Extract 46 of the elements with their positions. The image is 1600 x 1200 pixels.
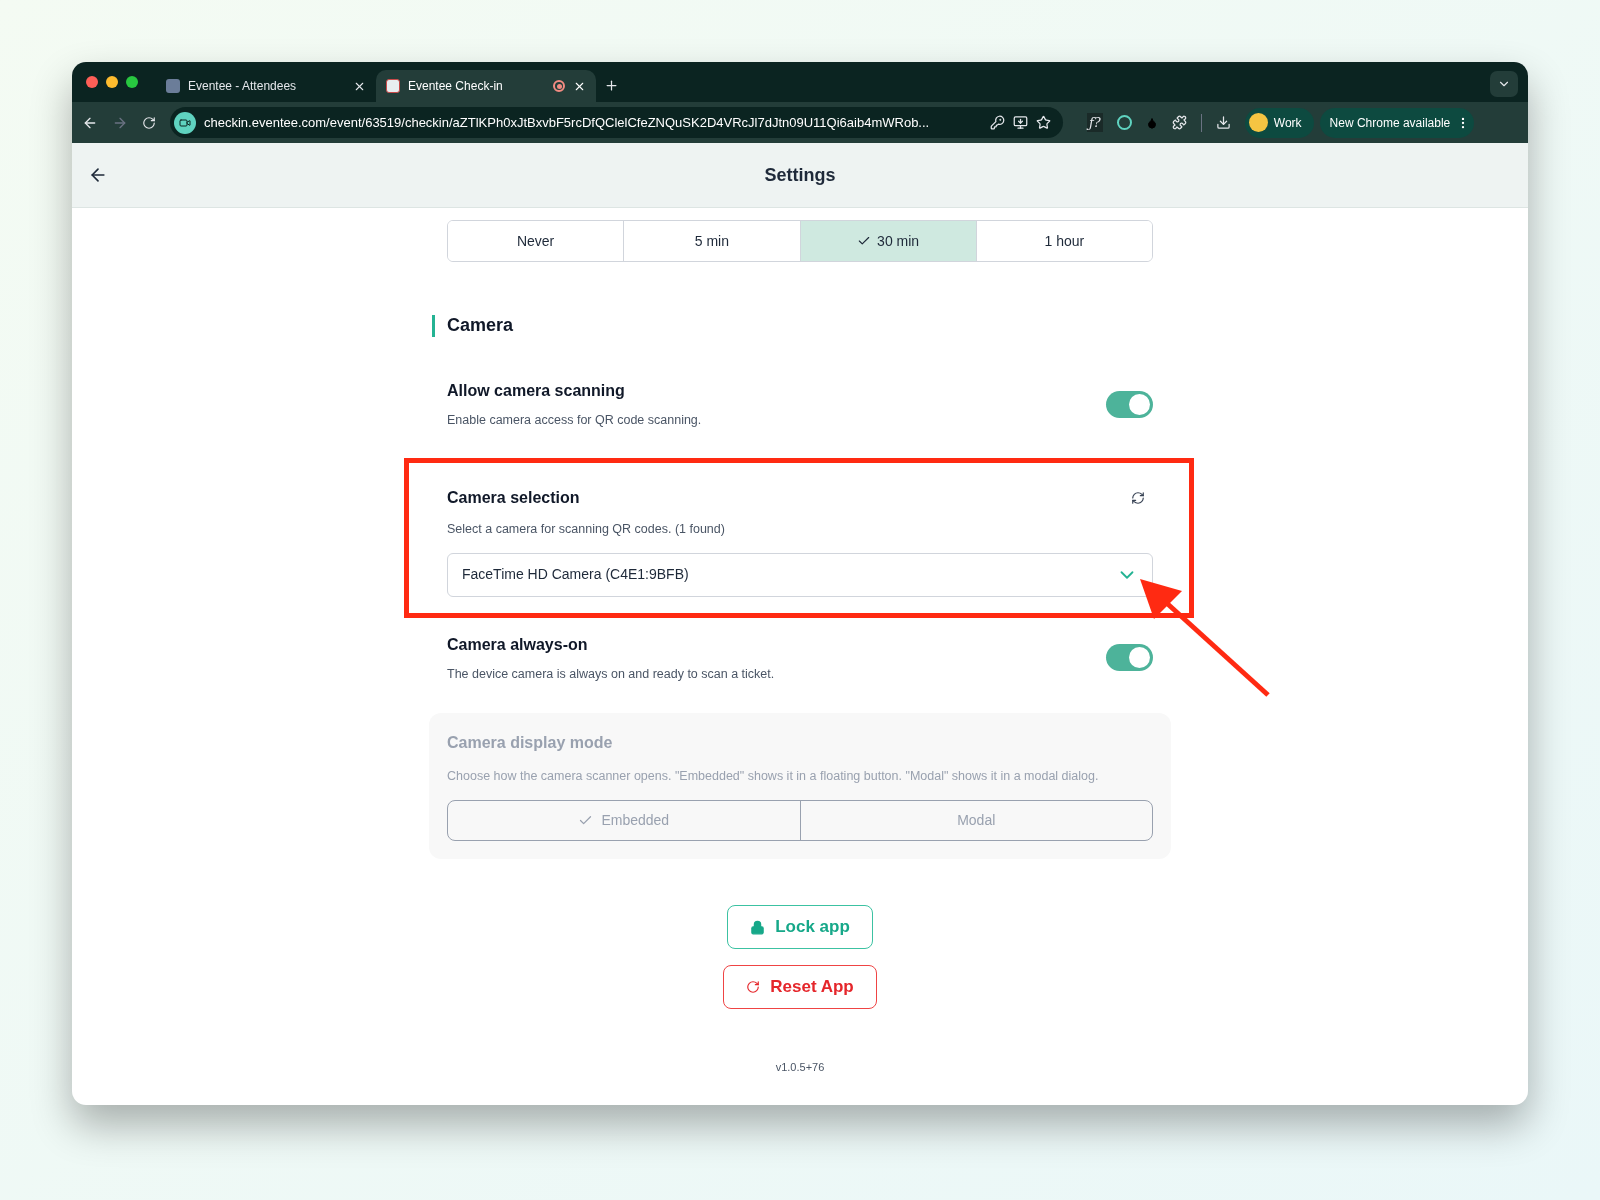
new-tab-icon[interactable] <box>604 78 619 93</box>
tab-favicon-icon <box>386 79 400 93</box>
function-extension-icon[interactable]: ƒ? <box>1087 112 1103 133</box>
setting-title: Camera selection <box>447 487 580 508</box>
tab-title: Eventee Check-in <box>408 78 504 95</box>
avatar-icon <box>1248 113 1268 132</box>
toggle-switch[interactable] <box>1106 390 1153 418</box>
key-icon[interactable] <box>990 115 1005 130</box>
bookmark-star-icon[interactable] <box>1036 115 1051 130</box>
camera-select[interactable]: FaceTime HD Camera (C4E1:9BFB) <box>447 552 1153 597</box>
toggle-switch[interactable] <box>1106 644 1153 672</box>
setting-description: The device camera is always on and ready to scan a ticket. <box>447 665 775 683</box>
refresh-icon <box>746 980 761 994</box>
maximize-window-icon[interactable] <box>126 76 138 88</box>
check-icon <box>857 234 872 248</box>
camera-site-icon <box>174 111 196 134</box>
setting-title: Allow camera scanning <box>447 381 626 401</box>
tab-title: Eventee - Attendees <box>188 78 298 95</box>
install-icon[interactable] <box>1013 115 1028 130</box>
page-title: Settings <box>764 163 836 187</box>
url-text: checkin.eventee.com/event/63519/checkin/aZTlKPh0xJtBxvbF5rcDfQClelCfeZNQuSK2D4VRcJl7dJtn09U11Qi6aib4mWRob... <box>204 113 931 132</box>
timeout-option[interactable]: 30 min <box>799 221 976 261</box>
refresh-icon[interactable] <box>1131 490 1145 505</box>
update-button[interactable]: New Chrome available <box>1319 107 1475 138</box>
address-bar[interactable]: checkin.eventee.com/event/63519/checkin/aZTlKPh0xJtBxvbF5rcDfQClelCfeZNQuSK2D4VRcJl7dJtn09U11Qi6aib4mWRob... <box>170 107 1063 138</box>
reset-app-button[interactable]: Reset App <box>723 965 877 1009</box>
version-text: v1.0.5+76 <box>775 1060 825 1075</box>
tab-favicon-icon <box>166 79 180 93</box>
timeout-option[interactable]: 1 hour <box>975 221 1152 261</box>
setting-title: Camera always-on <box>447 634 589 655</box>
browser-tab[interactable]: Eventee - Attendees <box>156 70 376 102</box>
circle-g-extension-icon[interactable] <box>1116 115 1132 130</box>
reload-icon[interactable] <box>142 115 156 130</box>
download-icon[interactable] <box>1215 115 1231 130</box>
lock-icon <box>750 919 766 935</box>
setting-description: Select a camera for scanning QR codes. (1 found) <box>447 520 726 538</box>
setting-description: Choose how the camera scanner opens. "Embedded" shows it in a floating button. "Modal" shows it in a modal dialog. <box>447 768 1100 786</box>
tab-search-button[interactable] <box>1490 71 1518 97</box>
minimize-window-icon[interactable] <box>106 76 118 88</box>
extensions-icon[interactable] <box>1171 115 1187 130</box>
profile-button[interactable]: Work <box>1244 107 1314 138</box>
browser-tab[interactable]: Eventee Check-in <box>376 70 596 102</box>
section-title: Camera <box>447 314 514 337</box>
close-window-icon[interactable] <box>86 76 98 88</box>
setting-title: Camera display mode <box>447 733 614 754</box>
setting-description: Enable camera access for QR code scanning. <box>447 412 702 429</box>
